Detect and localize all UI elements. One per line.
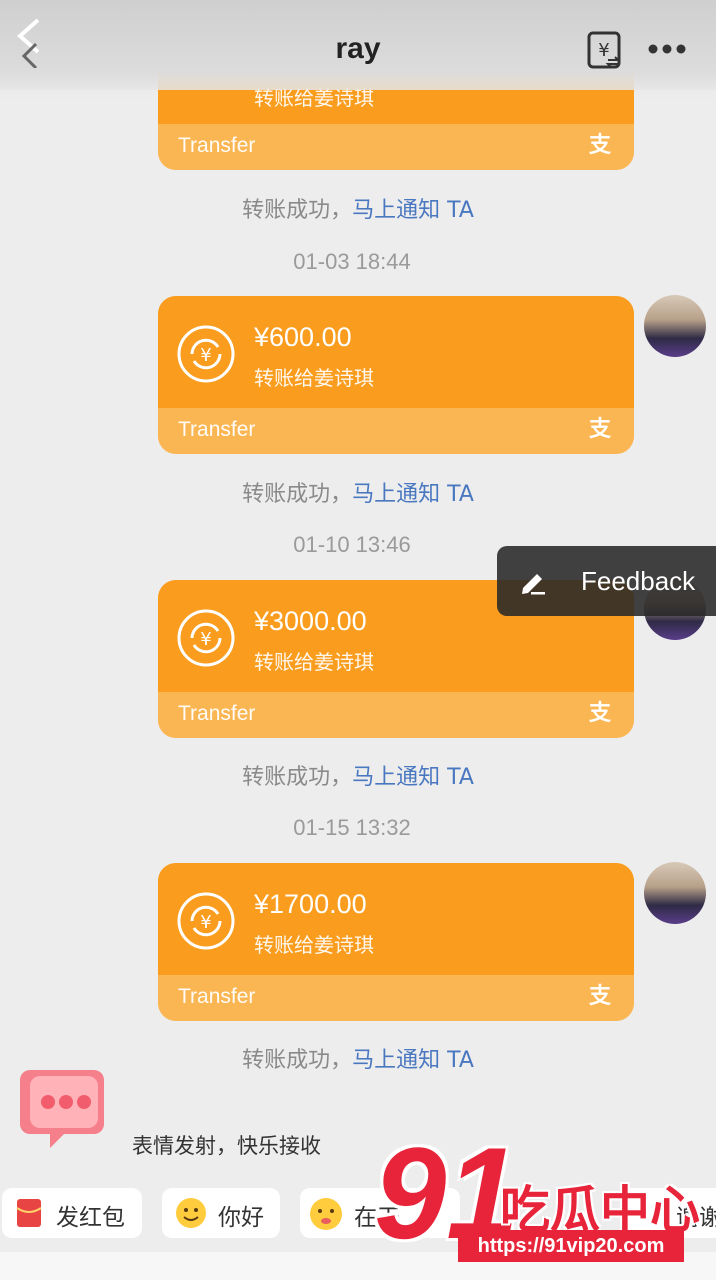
card-body: ¥ ¥600.00 转账给姜诗琪 (158, 296, 634, 408)
svg-text:¥: ¥ (200, 912, 211, 933)
edit-icon (522, 574, 545, 595)
card-footer: Transfer 支 (158, 408, 634, 454)
yuan-exchange-icon: ¥ (587, 31, 621, 69)
alipay-icon: 支 (588, 701, 611, 726)
avatar[interactable] (644, 862, 706, 924)
watermark-url: https://91vip20.com (458, 1230, 684, 1262)
transfer-status: 转账成功，马上通知 TA (0, 476, 716, 508)
alipay-icon: 支 (588, 417, 611, 442)
status-text: 转账成功， (242, 198, 353, 223)
more-button-overlay[interactable] (646, 38, 688, 60)
svg-text:¥: ¥ (598, 40, 609, 61)
emoji-icon (310, 1198, 342, 1230)
transfer-coin-icon: ¥ (177, 609, 235, 667)
transfer-amount: ¥600.00 (254, 322, 352, 352)
notify-link[interactable]: 马上通知 TA (352, 765, 474, 790)
card-recipient: 转账给姜诗琪 (254, 933, 374, 957)
card-footer: Transfer 支 (158, 124, 634, 170)
hello-chip[interactable]: 你好 (162, 1188, 280, 1238)
transfer-amount: ¥3000.00 (254, 606, 367, 636)
red-packet-icon (16, 1199, 42, 1227)
transfer-label: Transfer (178, 418, 256, 441)
red-packet-chip[interactable]: 发红包 (2, 1188, 142, 1238)
status-text: 转账成功， (242, 1048, 353, 1073)
transfer-amount: ¥1700.00 (254, 889, 367, 919)
card-recipient: 转账给姜诗琪 (254, 366, 374, 390)
status-text: 转账成功， (242, 765, 353, 790)
transfer-status: 转账成功，马上通知 TA (0, 192, 716, 224)
transfer-button-overlay[interactable]: ¥ (586, 30, 624, 70)
transfer-coin-icon: ¥ (177, 325, 235, 383)
more-icon (648, 44, 686, 54)
emoji-icon (176, 1198, 206, 1228)
card-footer: Transfer 支 (158, 975, 634, 1021)
feedback-label: Feedback (581, 566, 696, 596)
notify-link[interactable]: 马上通知 TA (352, 1048, 474, 1073)
svg-text:¥: ¥ (200, 629, 211, 650)
status-text: 转账成功， (242, 482, 353, 507)
chat-bubble-icon[interactable] (16, 1062, 108, 1152)
card-body: ¥ ¥1700.00 转账给姜诗琪 (158, 863, 634, 975)
transfer-label: Transfer (178, 134, 256, 157)
card-footer: Transfer 支 (158, 692, 634, 738)
chip-label: 你好 (218, 1205, 264, 1231)
alipay-icon: 支 (588, 133, 611, 158)
transfer-label: Transfer (178, 702, 256, 725)
transfer-card[interactable]: ¥ ¥600.00 转账给姜诗琪 Transfer 支 (158, 296, 634, 454)
timestamp: 01-15 13:32 (293, 815, 411, 840)
svg-text:¥: ¥ (200, 345, 211, 366)
avatar[interactable] (644, 295, 706, 357)
transfer-coin-icon: ¥ (177, 892, 235, 950)
timestamp: 01-03 18:44 (293, 249, 411, 274)
feedback-button[interactable]: Feedback (497, 546, 716, 616)
transfer-card[interactable]: ¥ ¥1700.00 转账给姜诗琪 Transfer 支 (158, 863, 634, 1021)
notify-link[interactable]: 马上通知 TA (352, 198, 474, 223)
chip-label: 发红包 (56, 1205, 125, 1231)
emoji-hint: 表情发射，快乐接收 (132, 1134, 321, 1158)
notify-link[interactable]: 马上通知 TA (352, 482, 474, 507)
card-recipient: 转账给姜诗琪 (254, 650, 374, 674)
alipay-icon: 支 (588, 984, 611, 1009)
transfer-status: 转账成功，马上通知 TA (0, 759, 716, 791)
transfer-label: Transfer (178, 985, 256, 1008)
